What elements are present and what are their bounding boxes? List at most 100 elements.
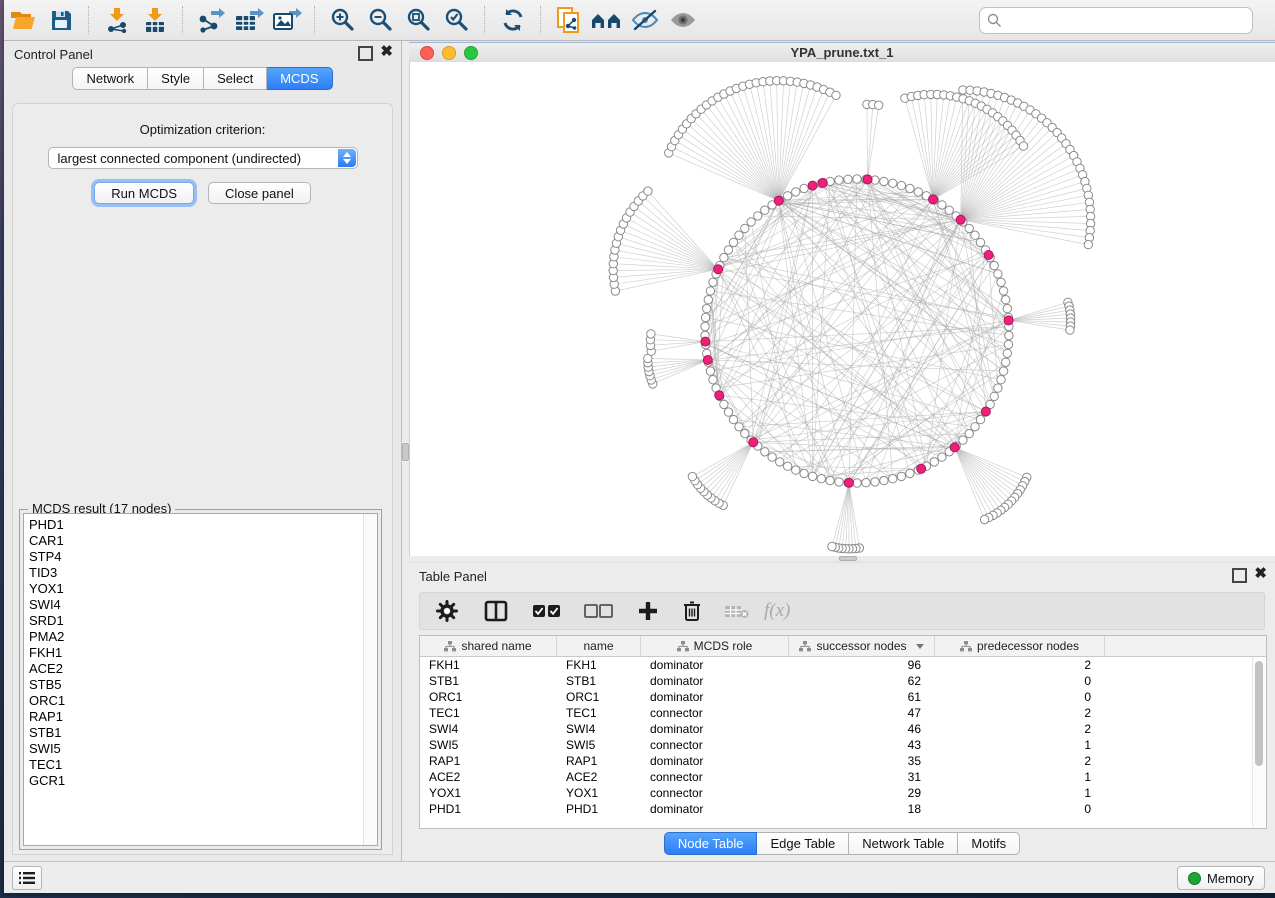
close-window-icon[interactable] [420, 46, 434, 60]
float-panel-icon[interactable] [358, 46, 373, 61]
result-node[interactable]: SWI5 [29, 741, 377, 757]
close-panel-button[interactable]: Close panel [208, 182, 311, 204]
column-header-MCDS-role[interactable]: MCDS role [641, 636, 789, 656]
maximize-window-icon[interactable] [464, 46, 478, 60]
table-panel-title: Table Panel [419, 569, 487, 584]
table-row[interactable]: ACE2ACE2connector311 [420, 769, 1266, 785]
column-label: shared name [461, 639, 531, 653]
main-toolbar [4, 0, 1275, 41]
table-row[interactable]: YOX1YOX1connector291 [420, 785, 1266, 801]
cell-name: YOX1 [557, 786, 641, 800]
table-row[interactable]: FKH1FKH1dominator962 [420, 657, 1266, 673]
tab-network-table[interactable]: Network Table [849, 832, 958, 855]
table-row[interactable]: STB1STB1dominator620 [420, 673, 1266, 689]
minimize-window-icon[interactable] [442, 46, 456, 60]
first-neighbors-icon[interactable] [590, 4, 624, 36]
show-all-icon[interactable] [666, 4, 700, 36]
network-graph[interactable] [410, 62, 1275, 556]
result-node[interactable]: RAP1 [29, 709, 377, 725]
tab-style[interactable]: Style [148, 67, 204, 90]
result-node[interactable]: CAR1 [29, 533, 377, 549]
tab-mcds[interactable]: MCDS [267, 67, 332, 90]
zoom-out-icon[interactable] [364, 4, 398, 36]
task-history-button[interactable] [12, 866, 42, 890]
import-network-icon[interactable] [100, 4, 134, 36]
result-node[interactable]: SRD1 [29, 613, 377, 629]
table-row[interactable]: RAP1RAP1dominator352 [420, 753, 1266, 769]
search-box[interactable] [979, 7, 1253, 34]
splitter-handle[interactable] [402, 443, 409, 461]
result-node[interactable]: STP4 [29, 549, 377, 565]
open-session-icon[interactable] [6, 4, 40, 36]
save-session-icon[interactable] [44, 4, 78, 36]
result-scrollbar[interactable] [363, 514, 377, 845]
node-table[interactable]: shared name nameMCDS rolesuccessor nodesp… [419, 635, 1267, 829]
result-node[interactable]: STB1 [29, 725, 377, 741]
table-scrollbar[interactable] [1252, 657, 1266, 828]
cell-MCDS-role: dominator [641, 802, 789, 816]
cell-MCDS-role: dominator [641, 674, 789, 688]
result-node[interactable]: GCR1 [29, 773, 377, 789]
result-node[interactable]: ORC1 [29, 693, 377, 709]
export-image-icon[interactable] [270, 4, 304, 36]
horizontal-splitter[interactable] [409, 556, 1275, 561]
export-network-icon[interactable] [194, 4, 228, 36]
splitter-handle[interactable] [839, 556, 857, 561]
select-all-icon[interactable] [532, 603, 562, 619]
tab-network[interactable]: Network [72, 67, 148, 90]
column-header-predecessor-nodes[interactable]: predecessor nodes [935, 636, 1105, 656]
table-row[interactable]: PHD1PHD1dominator180 [420, 801, 1266, 817]
table-row[interactable]: TEC1TEC1connector472 [420, 705, 1266, 721]
optimization-criterion-value: largest connected component (undirected) [58, 151, 302, 166]
zoom-fit-icon[interactable] [402, 4, 436, 36]
apply-layout-icon[interactable] [496, 4, 530, 36]
memory-button[interactable]: Memory [1177, 866, 1265, 890]
network-file-icon[interactable] [552, 4, 586, 36]
column-header-shared-name[interactable]: shared name [420, 636, 557, 656]
import-table-icon[interactable] [138, 4, 172, 36]
hide-selected-icon[interactable] [628, 4, 662, 36]
split-panel-icon[interactable] [484, 600, 508, 622]
vertical-splitter[interactable] [402, 41, 409, 861]
cell-predecessor-nodes: 1 [935, 738, 1105, 752]
table-row[interactable]: SWI5SWI5connector431 [420, 737, 1266, 753]
memory-status-icon [1188, 872, 1201, 885]
tab-motifs[interactable]: Motifs [958, 832, 1020, 855]
tab-select[interactable]: Select [204, 67, 267, 90]
result-node[interactable]: ACE2 [29, 661, 377, 677]
mcds-result-list[interactable]: PHD1CAR1STP4TID3YOX1SWI4SRD1PMA2FKH1ACE2… [23, 513, 378, 846]
column-header-successor-nodes[interactable]: successor nodes [789, 636, 935, 656]
add-column-icon[interactable] [638, 601, 658, 621]
run-mcds-button[interactable]: Run MCDS [94, 182, 194, 204]
tab-node-table[interactable]: Node Table [664, 832, 758, 855]
zoom-selected-icon[interactable] [440, 4, 474, 36]
result-node[interactable]: TID3 [29, 565, 377, 581]
optimization-criterion-select[interactable]: largest connected component (undirected) [48, 147, 358, 169]
close-panel-icon[interactable]: ✖ [1254, 568, 1267, 583]
scrollbar-thumb[interactable] [1255, 661, 1263, 766]
cell-successor-nodes: 18 [789, 802, 935, 816]
deselect-all-icon[interactable] [584, 603, 614, 619]
result-node[interactable]: PHD1 [29, 517, 377, 533]
search-input[interactable] [1006, 12, 1252, 29]
tab-edge-table[interactable]: Edge Table [757, 832, 849, 855]
export-table-icon[interactable] [232, 4, 266, 36]
network-canvas[interactable] [409, 62, 1275, 556]
cell-MCDS-role: dominator [641, 658, 789, 672]
result-node[interactable]: TEC1 [29, 757, 377, 773]
result-node[interactable]: STB5 [29, 677, 377, 693]
gear-icon[interactable] [436, 600, 458, 622]
close-panel-icon[interactable]: ✖ [380, 46, 393, 61]
table-row[interactable]: SWI4SWI4dominator462 [420, 721, 1266, 737]
table-row[interactable]: ORC1ORC1dominator610 [420, 689, 1266, 705]
result-node[interactable]: SWI4 [29, 597, 377, 613]
delete-column-icon[interactable] [682, 600, 702, 622]
float-panel-icon[interactable] [1232, 568, 1247, 583]
result-node[interactable]: YOX1 [29, 581, 377, 597]
zoom-in-icon[interactable] [326, 4, 360, 36]
cell-successor-nodes: 43 [789, 738, 935, 752]
result-node[interactable]: PMA2 [29, 629, 377, 645]
network-window-titlebar[interactable]: YPA_prune.txt_1 [409, 42, 1275, 63]
result-node[interactable]: FKH1 [29, 645, 377, 661]
column-header-name[interactable]: name [557, 636, 641, 656]
